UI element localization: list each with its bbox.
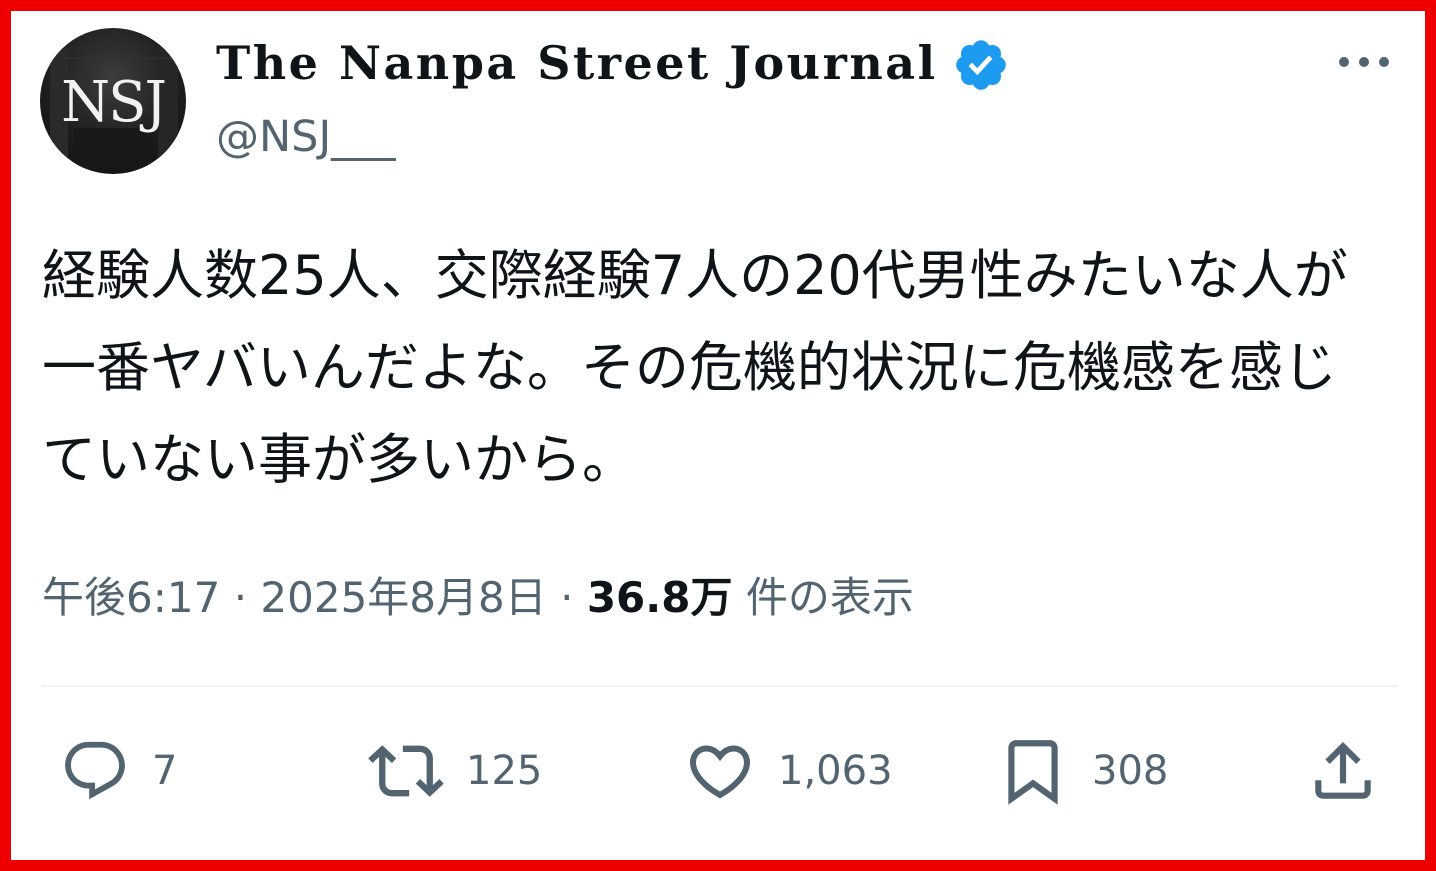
like-count: 1,063 xyxy=(778,748,893,794)
tweet-text: 経験人数25人、交際経験7人の20代男性みたいな人が一番ヤバいんだよな。その危機… xyxy=(42,244,1348,491)
divider xyxy=(42,685,1398,687)
tweet-metadata: 午後6:17 · 2025年8月8日 · 36.8万 件の表示 xyxy=(42,564,914,625)
bookmark-button[interactable]: 308 xyxy=(996,736,1168,806)
reply-button[interactable]: 7 xyxy=(60,736,177,806)
verified-badge-icon[interactable] xyxy=(952,36,1010,94)
avatar[interactable]: NSJ xyxy=(40,28,186,174)
bookmark-count: 308 xyxy=(1092,748,1169,794)
share-icon xyxy=(1315,741,1371,799)
retweet-icon xyxy=(368,745,444,797)
like-button[interactable]: 1,063 xyxy=(684,736,893,806)
views-label: 件の表示 xyxy=(745,573,914,622)
retweet-count: 125 xyxy=(466,748,543,794)
avatar-logo-text: NSJ xyxy=(61,70,167,135)
separator: · xyxy=(233,573,248,622)
more-horizontal-icon[interactable] xyxy=(1336,52,1392,72)
retweet-button[interactable]: 125 xyxy=(368,736,542,806)
heart-icon xyxy=(689,745,751,799)
reply-count: 7 xyxy=(152,748,178,794)
tweet-date[interactable]: 2025年8月8日 xyxy=(260,573,546,622)
views-count: 36.8万 xyxy=(586,573,733,622)
share-button[interactable] xyxy=(1306,736,1380,806)
separator: · xyxy=(560,573,574,622)
user-handle[interactable]: @NSJ___ xyxy=(216,112,396,162)
bookmark-icon xyxy=(1008,740,1058,805)
display-name[interactable]: The Nanpa Street Journal xyxy=(216,36,938,90)
reply-icon xyxy=(65,741,125,800)
tweet-time[interactable]: 午後6:17 xyxy=(42,573,220,622)
